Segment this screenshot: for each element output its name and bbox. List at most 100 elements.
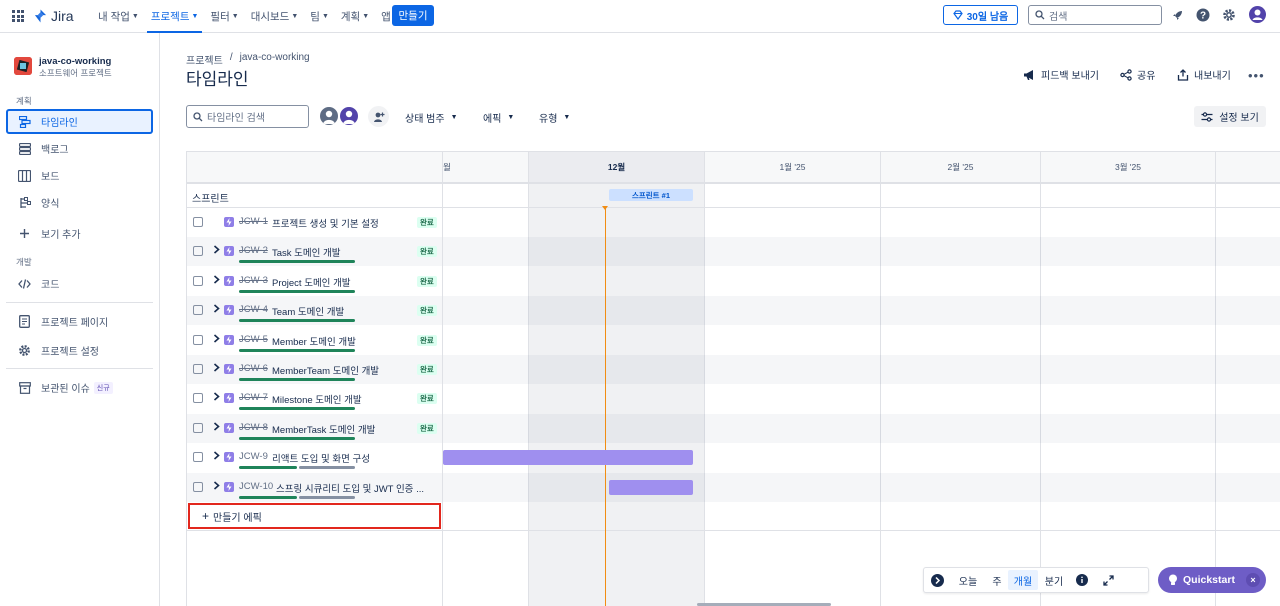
issue-summary[interactable]: 프로젝트 생성 및 기본 설정: [272, 216, 379, 230]
sprint-chip[interactable]: 스프린트 #1: [609, 189, 693, 201]
global-search-input[interactable]: 검색: [1028, 5, 1162, 25]
issue-summary[interactable]: Team 도메인 개발: [272, 304, 344, 318]
status-category-filter[interactable]: 상태 범주 ▼: [405, 110, 458, 125]
epic-timeline-bar[interactable]: [609, 479, 693, 495]
quickstart-button[interactable]: Quickstart ×: [1158, 567, 1266, 593]
table-row[interactable]: JCW-3 Project 도메인 개발 완료: [187, 267, 442, 296]
issue-summary[interactable]: Project 도메인 개발: [272, 275, 351, 289]
add-people-icon[interactable]: [368, 106, 389, 127]
project-avatar[interactable]: [14, 57, 32, 75]
issue-key[interactable]: JCW-1: [239, 216, 268, 227]
issue-key[interactable]: JCW-4: [239, 304, 268, 315]
issue-summary[interactable]: MemberTeam 도메인 개발: [272, 363, 379, 377]
issue-key[interactable]: JCW-6: [239, 363, 268, 374]
sidebar-item-project-pages[interactable]: 프로젝트 페이지: [6, 309, 153, 334]
table-row[interactable]: JCW-1 프로젝트 생성 및 기본 설정 완료: [187, 208, 442, 237]
sidebar-item-timeline[interactable]: 타임라인: [6, 109, 153, 134]
chevron-right-icon[interactable]: [213, 392, 220, 403]
avatar[interactable]: [318, 105, 340, 127]
row-checkbox[interactable]: [193, 393, 203, 404]
create-button[interactable]: 만들기: [392, 5, 434, 26]
jira-logo[interactable]: Jira: [34, 8, 74, 24]
table-row[interactable]: JCW-4 Team 도메인 개발 완료: [187, 296, 442, 326]
zoom-month-button[interactable]: 개월: [1008, 570, 1038, 590]
view-settings-button[interactable]: 설정 보기: [1194, 106, 1266, 127]
table-row[interactable]: JCW-6 MemberTeam 도메인 개발 완료: [187, 355, 442, 384]
sidebar-item-project-settings[interactable]: 프로젝트 설정: [6, 338, 153, 363]
row-checkbox[interactable]: [193, 275, 203, 286]
export-button[interactable]: 내보내기: [1177, 67, 1231, 82]
row-checkbox[interactable]: [193, 305, 203, 316]
table-row[interactable]: JCW-2 Task 도메인 개발 완료: [187, 237, 442, 267]
table-row[interactable]: JCW-7 Milestone 도메인 개발 완료: [187, 384, 442, 413]
breadcrumb-project[interactable]: java-co-working: [240, 52, 310, 67]
issue-summary[interactable]: 스프링 시큐리티 도입 및 JWT 인증 ...: [276, 481, 424, 495]
chevron-right-icon[interactable]: [213, 480, 220, 492]
type-filter[interactable]: 유형 ▼: [539, 110, 570, 125]
chevron-right-icon[interactable]: [213, 333, 220, 345]
avatar[interactable]: [338, 105, 360, 127]
user-avatar[interactable]: [1249, 6, 1266, 23]
sidebar-item-code[interactable]: 코드: [6, 271, 153, 296]
epic-filter[interactable]: 에픽 ▼: [483, 110, 514, 125]
chevron-right-icon[interactable]: [213, 304, 220, 315]
row-checkbox[interactable]: [193, 422, 203, 433]
trial-button[interactable]: 30일 남음: [943, 5, 1018, 25]
info-icon[interactable]: [1070, 570, 1094, 590]
zoom-week-button[interactable]: 주: [986, 570, 1008, 590]
nav-item-1[interactable]: 프로젝트 ▼: [145, 0, 205, 33]
collapse-panel-button[interactable]: [924, 570, 950, 590]
nav-item-5[interactable]: 계획 ▼: [335, 0, 375, 32]
timeline-search-input[interactable]: 타임라인 검색: [186, 105, 309, 128]
more-actions-icon[interactable]: •••: [1248, 68, 1265, 83]
settings-gear-icon[interactable]: [1222, 8, 1236, 22]
issue-summary[interactable]: Milestone 도메인 개발: [272, 392, 362, 406]
nav-item-0[interactable]: 내 작업 ▼: [92, 0, 145, 32]
row-checkbox[interactable]: [193, 481, 203, 492]
project-name[interactable]: java-co-working: [39, 56, 111, 67]
issue-key[interactable]: JCW-3: [239, 275, 268, 286]
nav-item-3[interactable]: 대시보드 ▼: [245, 0, 305, 32]
issue-summary[interactable]: MemberTask 도메인 개발: [272, 422, 375, 436]
row-checkbox[interactable]: [193, 246, 203, 257]
issue-key[interactable]: JCW-10: [239, 481, 273, 492]
chevron-right-icon[interactable]: [213, 363, 220, 374]
row-checkbox[interactable]: [193, 452, 203, 463]
sidebar-item-archived-issues[interactable]: 보관된 이슈 신규: [6, 375, 153, 400]
share-button[interactable]: 공유: [1120, 67, 1155, 82]
row-checkbox[interactable]: [193, 364, 203, 374]
create-epic-button[interactable]: + 만들기 에픽: [188, 503, 441, 529]
table-row[interactable]: JCW-5 Member 도메인 개발 완료: [187, 326, 442, 355]
app-switcher-icon[interactable]: [12, 10, 24, 22]
issue-key[interactable]: JCW-2: [239, 245, 268, 256]
table-row[interactable]: JCW-8 MemberTask 도메인 개발 완료: [187, 413, 442, 443]
help-icon[interactable]: ?: [1196, 8, 1210, 22]
issue-key[interactable]: JCW-5: [239, 334, 268, 345]
table-row[interactable]: JCW-10 스프링 시큐리티 도입 및 JWT 인증 ...: [187, 472, 442, 502]
row-checkbox[interactable]: [193, 217, 203, 227]
chevron-right-icon[interactable]: [213, 275, 220, 286]
issue-summary[interactable]: 리액트 도입 및 화면 구성: [272, 451, 370, 465]
issue-key[interactable]: JCW-8: [239, 422, 268, 433]
feedback-button[interactable]: 피드백 보내기: [1023, 67, 1099, 82]
issue-summary[interactable]: Member 도메인 개발: [272, 334, 356, 348]
epic-timeline-bar[interactable]: [443, 450, 693, 466]
chevron-right-icon[interactable]: [213, 451, 220, 462]
sidebar-item-add-view[interactable]: 보기 추가: [6, 221, 153, 246]
zoom-today-button[interactable]: 오늘: [950, 570, 986, 590]
zoom-quarter-button[interactable]: 분기: [1038, 570, 1070, 590]
nav-item-4[interactable]: 팀 ▼: [304, 0, 335, 32]
chevron-right-icon[interactable]: [213, 422, 220, 433]
sidebar-item-board[interactable]: 보드: [6, 163, 153, 188]
fullscreen-icon[interactable]: [1094, 570, 1122, 590]
row-checkbox[interactable]: [193, 334, 203, 345]
chevron-right-icon[interactable]: [213, 245, 220, 256]
notifications-rocket-icon[interactable]: [1170, 8, 1184, 22]
close-icon[interactable]: ×: [1246, 573, 1260, 587]
nav-item-2[interactable]: 필터 ▼: [204, 0, 244, 32]
issue-key[interactable]: JCW-7: [239, 392, 268, 403]
sidebar-item-forms[interactable]: 양식: [6, 190, 153, 215]
sidebar-item-backlog[interactable]: 백로그: [6, 136, 153, 161]
table-row[interactable]: JCW-9 리액트 도입 및 화면 구성: [187, 443, 442, 472]
issue-key[interactable]: JCW-9: [239, 451, 268, 462]
